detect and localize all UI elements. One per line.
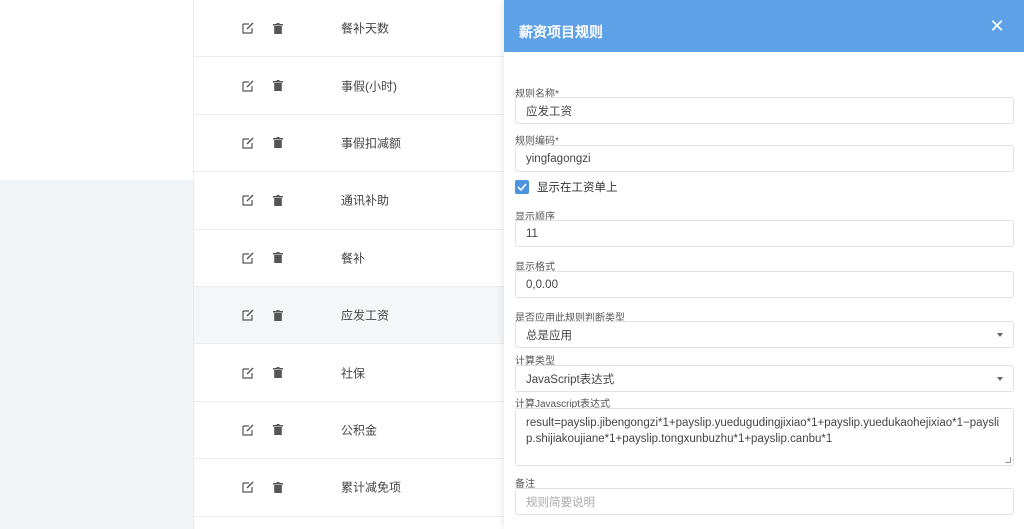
- panel-title: 薪资项目规则: [519, 24, 603, 40]
- left-panel-bottom: [0, 180, 193, 529]
- calc-js-value: result=payslip.jibengongzi*1+payslip.yue…: [526, 417, 1000, 445]
- edit-icon[interactable]: [241, 251, 255, 265]
- table-row-selected[interactable]: 应发工资: [194, 287, 504, 345]
- panel-header: 薪资项目规则 ✕: [504, 0, 1024, 52]
- close-icon[interactable]: ✕: [988, 17, 1006, 35]
- item-name: 通讯补助: [341, 193, 390, 208]
- trash-icon[interactable]: [271, 423, 285, 437]
- salary-item-list: 餐补天数 事假(小时) 事假扣减额 通讯补助 餐补 应发工资 社保 公积金 累计: [194, 0, 504, 529]
- edit-icon[interactable]: [241, 136, 255, 150]
- trash-icon[interactable]: [271, 366, 285, 380]
- item-name: 餐补: [341, 251, 366, 266]
- table-row: 餐补: [194, 230, 504, 287]
- remarks-input[interactable]: 规则简要说明: [515, 488, 1014, 515]
- table-row: 累计减免项: [194, 459, 504, 517]
- table-row: 社保: [194, 344, 504, 402]
- rule-code-input[interactable]: yingfagongzi: [515, 145, 1014, 172]
- item-name: 社保: [341, 366, 366, 381]
- trash-icon[interactable]: [271, 308, 285, 322]
- trash-icon[interactable]: [271, 251, 285, 265]
- item-name: 应发工资: [341, 308, 390, 323]
- calc-type-select[interactable]: JavaScript表达式: [515, 365, 1014, 392]
- edit-icon[interactable]: [241, 423, 255, 437]
- table-row: 事假扣减额: [194, 115, 504, 173]
- trash-icon[interactable]: [271, 21, 285, 35]
- show-on-payslip-label: 显示在工资单上: [537, 182, 618, 194]
- item-name: 公积金: [341, 423, 378, 438]
- table-row: 事假(小时): [194, 57, 504, 115]
- apply-rule-type-value: 总是应用: [526, 329, 572, 342]
- rule-name-input[interactable]: 应发工资: [515, 97, 1014, 124]
- chevron-down-icon: [997, 332, 1003, 337]
- edit-icon[interactable]: [241, 193, 255, 207]
- show-on-payslip-row[interactable]: 显示在工资单上: [515, 178, 618, 196]
- edit-icon[interactable]: [241, 21, 255, 35]
- calc-type-value: JavaScript表达式: [526, 373, 615, 386]
- item-name: 累计减免项: [341, 480, 402, 495]
- edit-icon[interactable]: [241, 308, 255, 322]
- table-row: 公积金: [194, 402, 504, 460]
- trash-icon[interactable]: [271, 480, 285, 494]
- check-icon: [517, 183, 527, 191]
- calc-js-textarea[interactable]: result=payslip.jibengongzi*1+payslip.yue…: [515, 408, 1014, 466]
- apply-rule-type-select[interactable]: 总是应用: [515, 321, 1014, 348]
- resize-grip-icon[interactable]: [1005, 457, 1011, 463]
- table-row: 通讯补助: [194, 172, 504, 230]
- display-order-input[interactable]: 11: [515, 220, 1014, 247]
- item-name: 餐补天数: [341, 21, 390, 36]
- display-format-input[interactable]: 0,0.00: [515, 271, 1014, 298]
- edit-icon[interactable]: [241, 366, 255, 380]
- rule-panel: 薪资项目规则 ✕ 规则名称* 应发工资 规则编码* yingfagongzi 显…: [504, 0, 1024, 529]
- item-name: 事假扣减额: [341, 136, 402, 151]
- show-on-payslip-checkbox[interactable]: [515, 180, 529, 194]
- left-panel-top: [0, 0, 193, 180]
- trash-icon[interactable]: [271, 193, 285, 207]
- trash-icon[interactable]: [271, 136, 285, 150]
- item-name: 事假(小时): [341, 79, 397, 94]
- table-row: 餐补天数: [194, 0, 504, 58]
- edit-icon[interactable]: [241, 480, 255, 494]
- trash-icon[interactable]: [271, 79, 285, 93]
- edit-icon[interactable]: [241, 79, 255, 93]
- chevron-down-icon: [997, 376, 1003, 381]
